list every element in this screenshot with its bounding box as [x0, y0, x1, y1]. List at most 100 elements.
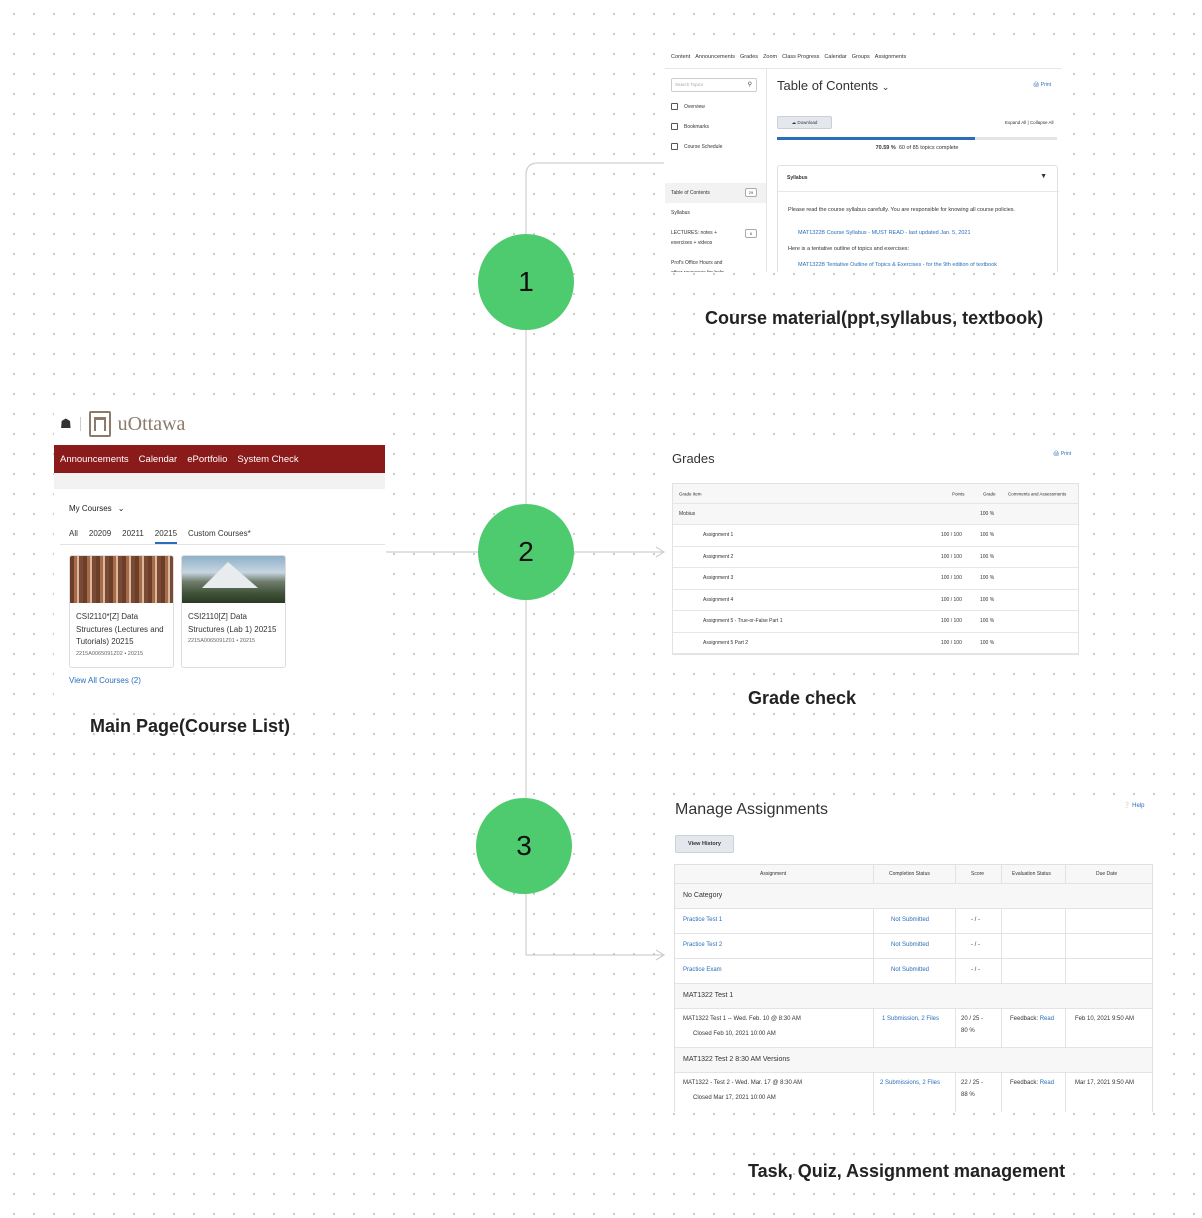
feedback-read-link[interactable]: Read	[1040, 1016, 1054, 1022]
tab-custom-courses[interactable]: Custom Courses*	[188, 529, 251, 544]
assignments-screenshot: Manage Assignments ❔ Help View History A…	[665, 795, 1155, 1112]
table-row: Assignment 3 100 / 100 100 %	[673, 568, 1078, 590]
nav-assignments[interactable]: Assignments	[875, 54, 907, 60]
view-history-button[interactable]: View History	[675, 835, 734, 853]
completion-status[interactable]: Not Submitted	[891, 917, 929, 923]
nav-class-progress[interactable]: Class Progress	[782, 54, 819, 60]
term-tabs: All 20209 20211 20215 Custom Courses*	[69, 529, 262, 544]
course-code: 2215A0065091Z02 • 20215	[76, 650, 144, 657]
home-icon[interactable]: ☗	[60, 416, 72, 432]
tab-20215[interactable]: 20215	[154, 529, 178, 544]
grades-table: Grade Item Points Grade Comments and Ass…	[672, 483, 1079, 655]
sidebar-item-lectures[interactable]: LECTURES: notes + exercises + videos	[671, 228, 733, 248]
assignments-title: Manage Assignments	[675, 801, 828, 818]
table-row: Practice Test 2 Not Submitted - / -	[675, 934, 1152, 959]
completion-status[interactable]: Not Submitted	[891, 942, 929, 948]
caret-down-icon[interactable]: ▼	[1040, 173, 1047, 180]
outline-link[interactable]: MAT1322B Tentative Outline of Topics & E…	[798, 262, 997, 268]
course-card[interactable]: CSI2110*[Z] Data Structures (Lectures an…	[69, 555, 174, 668]
progress-text: 70.59 % 60 of 85 topics complete	[875, 145, 959, 151]
step-1-circle: 1	[478, 234, 574, 330]
step-3-circle: 3	[476, 798, 572, 894]
course-nav-bar: Content Announcements Grades Zoom Class …	[671, 54, 911, 60]
my-courses-menu[interactable]: My Courses ⌄	[69, 504, 124, 513]
bookmark-icon	[671, 123, 678, 130]
syllabus-section: Syllabus ▼ Please read the course syllab…	[777, 165, 1059, 272]
course-card[interactable]: CSI2110[Z] Data Structures (Lab 1) 20215…	[181, 555, 286, 668]
syllabus-link[interactable]: MAT1322B Course Syllabus - MUST READ - l…	[798, 230, 971, 236]
table-row: Practice Exam Not Submitted - / -	[675, 959, 1152, 984]
table-header: Grade Item Points Grade Comments and Ass…	[673, 484, 1078, 504]
completion-status[interactable]: Not Submitted	[891, 967, 929, 973]
sidebar-item-table-of-contents[interactable]: Table of Contents 29	[665, 183, 766, 203]
progress-bar	[777, 137, 1057, 140]
nav-grades[interactable]: Grades	[740, 54, 758, 60]
step-2-circle: 2	[478, 504, 574, 600]
sidebar-item-overview[interactable]: Overview	[671, 103, 705, 110]
assignment-link[interactable]: Practice Exam	[683, 967, 722, 973]
syllabus-paragraph: Please read the course syllabus carefull…	[788, 207, 1016, 213]
course-image-mountain	[182, 556, 285, 603]
chevron-down-icon: ⌄	[881, 82, 890, 92]
assignment-link[interactable]: Practice Test 1	[683, 917, 722, 923]
nav-zoom[interactable]: Zoom	[763, 54, 777, 60]
expand-collapse-links[interactable]: Expand All | Collapse All	[1005, 120, 1053, 125]
view-all-courses-link[interactable]: View All Courses (2)	[69, 676, 141, 685]
tab-20209[interactable]: 20209	[89, 529, 111, 544]
course-material-screenshot: Content Announcements Grades Zoom Class …	[665, 48, 1062, 272]
search-topics-input[interactable]: Search Topics ⚲	[671, 78, 757, 92]
download-button[interactable]: ☁ Download	[777, 116, 832, 129]
uottawa-logo-icon[interactable]	[88, 411, 111, 437]
course-title: CSI2110[Z] Data Structures (Lab 1) 20215	[188, 612, 277, 634]
main-nav-bar: Announcements Calendar ePortfolio System…	[54, 445, 385, 473]
content-sidebar: Search Topics ⚲ Overview Bookmarks Course…	[665, 69, 767, 272]
nav-system-check[interactable]: System Check	[237, 454, 298, 465]
nav-eportfolio[interactable]: ePortfolio	[187, 454, 227, 465]
sidebar-item-bookmarks[interactable]: Bookmarks	[671, 123, 709, 130]
table-row: Assignment 1 100 / 100 100 %	[673, 525, 1078, 547]
page-title[interactable]: Table of Contents ⌄	[777, 78, 889, 93]
sidebar-item-office-hours[interactable]: Prof's Office Hours and other resources …	[671, 258, 733, 272]
category-row: MAT1322 Test 1	[675, 984, 1152, 1009]
table-row: Assignment 2 100 / 100 100 %	[673, 547, 1078, 568]
nav-groups[interactable]: Groups	[852, 54, 870, 60]
nav-announcements[interactable]: Announcements	[60, 454, 129, 465]
course-title: CSI2110*[Z] Data Structures (Lectures an…	[76, 612, 164, 646]
print-button[interactable]: 🖨 Print	[1053, 451, 1071, 457]
search-icon[interactable]: ⚲	[748, 81, 752, 88]
header-divider	[79, 417, 81, 431]
sidebar-item-course-schedule[interactable]: Course Schedule	[671, 143, 722, 150]
help-link[interactable]: ❔ Help	[1123, 802, 1144, 809]
nav-calendar[interactable]: Calendar	[824, 54, 846, 60]
table-row: MAT1322 - Test 2 - Wed. Mar. 17 @ 8:30 A…	[675, 1073, 1152, 1112]
sidebar-item-syllabus[interactable]: Syllabus	[671, 208, 741, 218]
nav-announcements[interactable]: Announcements	[695, 54, 735, 60]
chevron-down-icon: ⌄	[117, 504, 125, 513]
feedback-read-link[interactable]: Read	[1040, 1080, 1054, 1086]
assignment-link[interactable]: Practice Test 2	[683, 942, 722, 948]
category-row: Mobius 100 %	[673, 504, 1078, 525]
my-courses-widget: My Courses ⌄ All 20209 20211 20215 Custom…	[60, 491, 385, 695]
course-code: 2215A0065091Z01 • 20215	[188, 638, 256, 644]
submission-link[interactable]: 2 Submissions, 2 Files	[880, 1080, 940, 1086]
table-row: MAT1322 Test 1 -- Wed. Feb. 10 @ 8:30 AM…	[675, 1009, 1152, 1048]
step-1-caption: Course material(ppt,syllabus, textbook)	[705, 308, 1044, 328]
print-button[interactable]: 🖨 Print	[1033, 82, 1051, 88]
submission-link[interactable]: 1 Submission, 2 Files	[882, 1016, 939, 1022]
main-page-screenshot: ☗ uOttawa Announcements Calendar ePortfo…	[54, 405, 385, 695]
lectures-count-badge: 6	[745, 229, 757, 238]
assignments-table: Assignment Completion Status Score Evalu…	[674, 864, 1153, 1112]
overview-icon	[671, 103, 678, 110]
tab-20211[interactable]: 20211	[122, 529, 144, 544]
grades-screenshot: Grades 🖨 Print Grade Item Points Grade C…	[665, 440, 1079, 655]
table-header: Assignment Completion Status Score Evalu…	[675, 865, 1152, 884]
nav-content[interactable]: Content	[671, 54, 690, 60]
nav-strip	[54, 473, 385, 489]
nav-calendar[interactable]: Calendar	[139, 454, 178, 465]
tab-divider	[60, 544, 385, 545]
calendar-icon	[671, 143, 678, 150]
tab-all[interactable]: All	[69, 529, 78, 544]
grades-title: Grades	[672, 451, 715, 466]
logo-text[interactable]: uOttawa	[118, 413, 186, 436]
table-row: Practice Test 1 Not Submitted - / -	[675, 909, 1152, 934]
